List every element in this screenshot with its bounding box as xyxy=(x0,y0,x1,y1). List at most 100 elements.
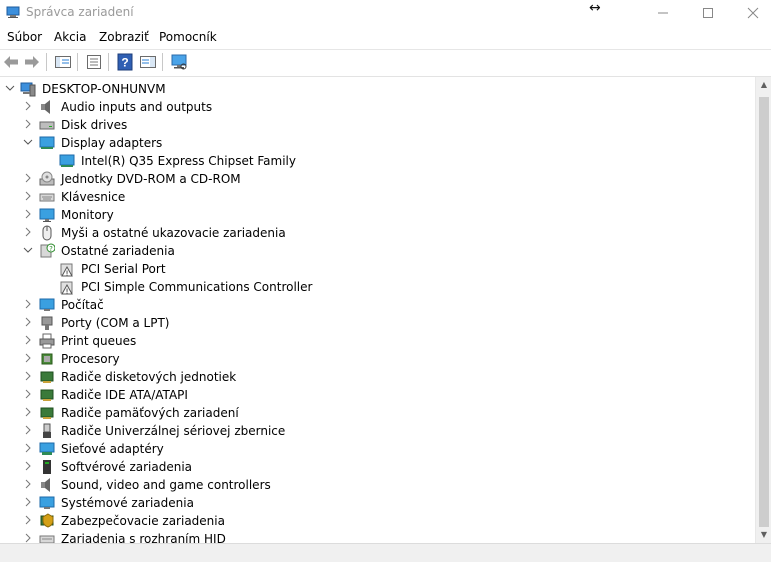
display-adapter-icon xyxy=(59,154,75,167)
tree-category-item[interactable]: ? Ostatné zariadenia xyxy=(0,242,755,260)
tree-category-item[interactable]: Porty (COM a LPT) xyxy=(0,314,755,332)
usb-icon xyxy=(43,423,51,438)
tree-category-item[interactable]: Systémové zariadenia xyxy=(0,494,755,512)
tree-category-item[interactable]: Jednotky DVD-ROM a CD-ROM xyxy=(0,170,755,188)
tree-category-item[interactable]: Sieťové adaptéry xyxy=(0,440,755,458)
expand-chevron-icon[interactable] xyxy=(22,407,34,419)
collapse-chevron-icon[interactable] xyxy=(22,245,34,257)
tree-category-item[interactable]: Klávesnice xyxy=(0,188,755,206)
expand-chevron-icon[interactable] xyxy=(22,173,34,185)
tree-item-label: Jednotky DVD-ROM a CD-ROM xyxy=(61,172,241,186)
tree-category-item[interactable]: Radiče Univerzálnej sériovej zbernice xyxy=(0,422,755,440)
computer-icon xyxy=(20,82,36,97)
help-icon[interactable]: ? xyxy=(116,53,134,71)
tree-category-item[interactable]: Radiče disketových jednotiek xyxy=(0,368,755,386)
expand-chevron-icon[interactable] xyxy=(22,101,34,113)
minimize-button[interactable] xyxy=(640,0,686,26)
tree-child-item[interactable]: Intel(R) Q35 Express Chipset Family xyxy=(0,152,755,170)
tree-item-label: Radiče IDE ATA/ATAPI xyxy=(61,388,188,402)
show-hide-console-tree-icon[interactable] xyxy=(54,53,72,71)
toolbar-separator xyxy=(46,53,47,71)
sound-icon xyxy=(41,478,50,492)
collapse-chevron-icon[interactable] xyxy=(4,83,16,95)
expand-chevron-icon[interactable] xyxy=(22,371,34,383)
menu-file[interactable]: Súbor xyxy=(7,30,42,44)
monitor-icon xyxy=(39,208,55,222)
speaker-icon xyxy=(41,100,50,114)
device-tree[interactable]: DESKTOP-ONHUNVM Audio inputs and outputs… xyxy=(0,77,755,543)
tree-child-item[interactable]: ! PCI Simple Communications Controller xyxy=(0,278,755,296)
display-adapter-icon xyxy=(39,136,55,149)
tree-category-item[interactable]: Sound, video and game controllers xyxy=(0,476,755,494)
dvd-drive-icon xyxy=(39,171,55,186)
tree-item-label: Sound, video and game controllers xyxy=(61,478,271,492)
expand-chevron-icon[interactable] xyxy=(22,497,34,509)
expand-chevron-icon[interactable] xyxy=(22,533,34,543)
action-pane-icon[interactable] xyxy=(139,53,157,71)
tree-category-item[interactable]: Zabezpečovacie zariadenia xyxy=(0,512,755,530)
warning-device-icon: ! xyxy=(60,281,73,296)
tree-category-item[interactable]: Radiče IDE ATA/ATAPI xyxy=(0,386,755,404)
toolbar-separator xyxy=(162,53,163,71)
tree-category-item[interactable]: Myši a ostatné ukazovacie zariadenia xyxy=(0,224,755,242)
device-manager-icon xyxy=(6,6,20,18)
computer-icon xyxy=(39,298,55,311)
tree-category-item[interactable]: Audio inputs and outputs xyxy=(0,98,755,116)
maximize-button[interactable] xyxy=(685,0,731,26)
tree-item-label: Porty (COM a LPT) xyxy=(61,316,170,330)
collapse-chevron-icon[interactable] xyxy=(22,137,34,149)
menu-action[interactable]: Akcia xyxy=(54,30,86,44)
tree-item-label: PCI Serial Port xyxy=(81,262,166,276)
tree-item-label: Display adapters xyxy=(61,136,163,150)
tree-category-item[interactable]: Display adapters xyxy=(0,134,755,152)
close-button[interactable] xyxy=(730,0,771,26)
tree-item-label: Systémové zariadenia xyxy=(61,496,194,510)
scan-hardware-icon[interactable] xyxy=(170,53,188,71)
hid-icon xyxy=(39,535,55,543)
tree-item-label: Softvérové zariadenia xyxy=(61,460,193,474)
tree-item-label: Počítač xyxy=(61,298,104,312)
tree-category-item[interactable]: Procesory xyxy=(0,350,755,368)
tree-item-label: Disk drives xyxy=(61,118,128,132)
tree-child-item[interactable]: ! PCI Serial Port xyxy=(0,260,755,278)
forward-icon[interactable] xyxy=(23,53,41,71)
mouse-icon xyxy=(42,225,52,241)
tree-category-item[interactable]: Počítač xyxy=(0,296,755,314)
vertical-scrollbar[interactable]: ▲ ▼ xyxy=(755,77,771,543)
expand-chevron-icon[interactable] xyxy=(22,461,34,473)
scroll-down-icon[interactable]: ▼ xyxy=(756,527,771,543)
tree-item-label: Monitory xyxy=(61,208,114,222)
tree-root[interactable]: DESKTOP-ONHUNVM xyxy=(0,80,755,98)
tree-category-item[interactable]: Monitory xyxy=(0,206,755,224)
expand-chevron-icon[interactable] xyxy=(22,335,34,347)
expand-chevron-icon[interactable] xyxy=(22,425,34,437)
toolbar-separator xyxy=(77,53,78,71)
tree-category-item[interactable]: Disk drives xyxy=(0,116,755,134)
expand-chevron-icon[interactable] xyxy=(22,479,34,491)
back-icon[interactable] xyxy=(2,53,20,71)
menu-help[interactable]: Pomocník xyxy=(159,30,217,44)
tree-category-item[interactable]: Zariadenia s rozhraním HID xyxy=(0,530,755,543)
tree-category-item[interactable]: Softvérové zariadenia xyxy=(0,458,755,476)
expand-chevron-icon[interactable] xyxy=(22,317,34,329)
tree-category-item[interactable]: Print queues xyxy=(0,332,755,350)
menu-view[interactable]: Zobraziť xyxy=(99,30,149,44)
expand-chevron-icon[interactable] xyxy=(22,209,34,221)
expand-chevron-icon[interactable] xyxy=(22,299,34,311)
toolbar-separator xyxy=(108,53,109,71)
properties-icon[interactable] xyxy=(85,53,103,71)
expand-chevron-icon[interactable] xyxy=(22,515,34,527)
tree-category-item[interactable]: Radiče pamäťových zariadení xyxy=(0,404,755,422)
expand-chevron-icon[interactable] xyxy=(22,191,34,203)
keyboard-icon xyxy=(39,193,55,202)
svg-text:!: ! xyxy=(66,288,69,296)
toolbar: ? xyxy=(0,50,771,74)
software-device-icon xyxy=(43,460,51,474)
expand-chevron-icon[interactable] xyxy=(22,353,34,365)
expand-chevron-icon[interactable] xyxy=(22,119,34,131)
expand-chevron-icon[interactable] xyxy=(22,227,34,239)
scrollbar-thumb[interactable] xyxy=(759,97,769,527)
expand-chevron-icon[interactable] xyxy=(22,389,34,401)
expand-chevron-icon[interactable] xyxy=(22,443,34,455)
scroll-up-icon[interactable]: ▲ xyxy=(756,77,771,93)
